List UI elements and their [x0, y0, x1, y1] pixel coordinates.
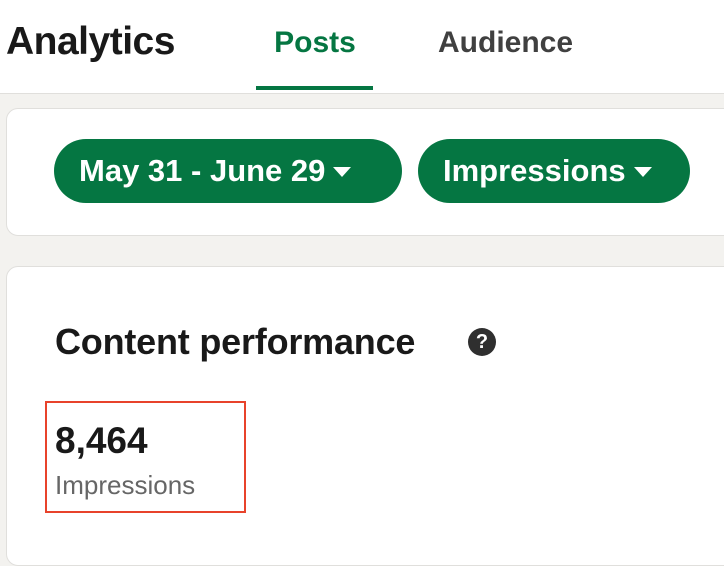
page-title: Analytics	[6, 20, 175, 63]
analytics-header: Analytics Posts Audience	[0, 0, 724, 94]
caret-down-icon	[633, 167, 652, 177]
date-range-dropdown[interactable]: May 31 - June 29	[54, 139, 402, 203]
metric-dropdown[interactable]: Impressions	[418, 139, 690, 203]
caret-down-icon	[333, 167, 352, 177]
impressions-count: 8,464	[55, 420, 148, 461]
date-range-label: May 31 - June 29	[79, 153, 326, 188]
tab-posts[interactable]: Posts	[257, 24, 373, 62]
section-title: Content performance	[55, 321, 416, 362]
help-icon[interactable]: ?	[468, 328, 496, 356]
active-tab-indicator	[256, 86, 373, 90]
tab-audience[interactable]: Audience	[438, 24, 573, 62]
metric-dropdown-label: Impressions	[443, 153, 626, 188]
impressions-label: Impressions	[55, 470, 196, 500]
